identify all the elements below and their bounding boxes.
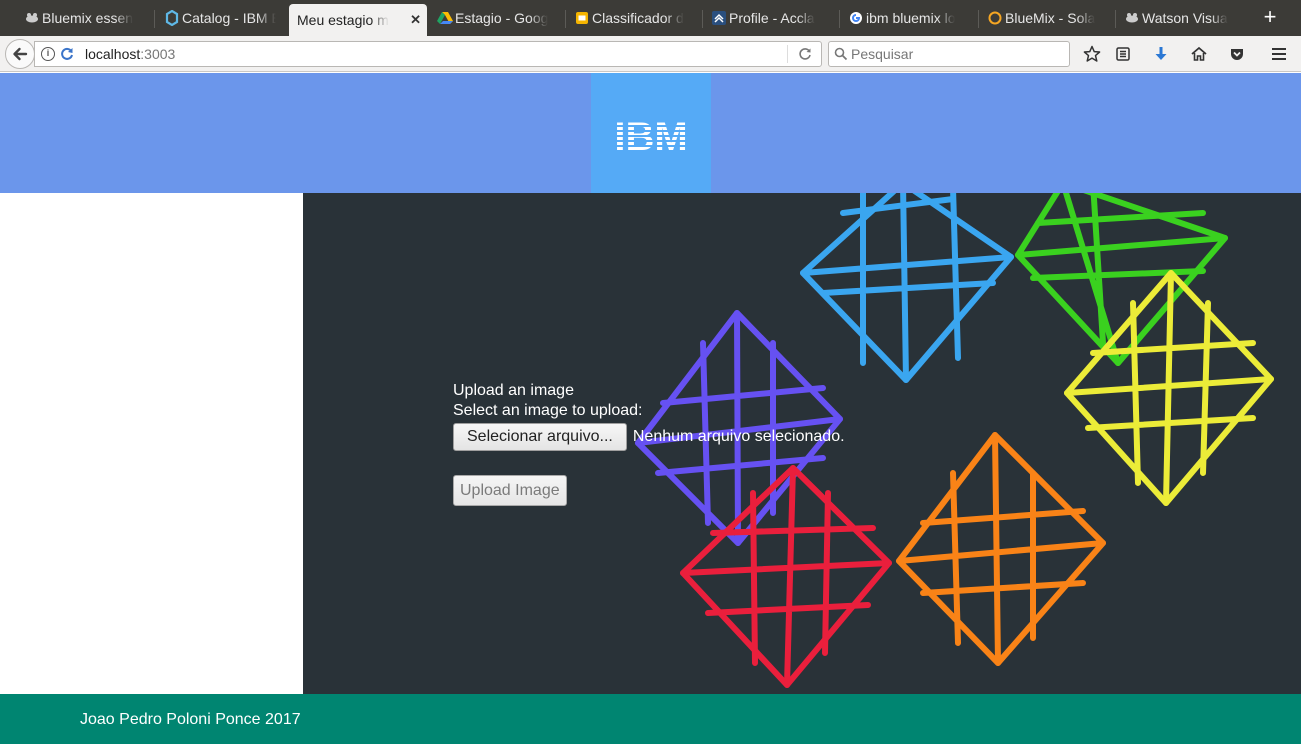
back-button[interactable] bbox=[5, 39, 35, 69]
orange-gem bbox=[896, 432, 1106, 666]
page-header: IBM bbox=[0, 73, 1301, 193]
bookmarks-list-icon[interactable] bbox=[1112, 43, 1134, 65]
tab-label: Estagio - Goog bbox=[455, 10, 549, 26]
search-input[interactable] bbox=[851, 45, 1061, 63]
file-input[interactable]: Selecionar arquivo... Nenhum arquivo sel… bbox=[453, 423, 845, 451]
ibm-logo-text: IBM bbox=[614, 115, 687, 153]
tab-bluemix-solar[interactable]: BlueMix - Sola bbox=[983, 4, 1111, 32]
tab-classificador[interactable]: Classificador d bbox=[570, 4, 698, 32]
blue-gem bbox=[800, 193, 1014, 383]
urlbar-divider bbox=[787, 45, 788, 63]
tab-separator bbox=[702, 10, 703, 28]
tab-label: BlueMix - Sola bbox=[1005, 10, 1096, 26]
tab-watson-visual[interactable]: Watson Visua bbox=[1120, 4, 1248, 32]
tab-bluemix-essentials[interactable]: Bluemix essen bbox=[20, 4, 150, 32]
upload-form: Upload an image Select an image to uploa… bbox=[453, 381, 845, 506]
google-slides-icon bbox=[574, 10, 590, 26]
acclaim-icon bbox=[711, 10, 727, 26]
browser-tab-strip: Bluemix essen Catalog - IBM B Meu estagi… bbox=[0, 0, 1301, 36]
tab-separator bbox=[154, 10, 155, 28]
ibm-logo-graphic: IBM bbox=[614, 115, 687, 153]
menu-icon[interactable] bbox=[1268, 43, 1290, 65]
tab-profile-acclaim[interactable]: Profile - Accla bbox=[707, 4, 835, 32]
bluemix-icon bbox=[24, 10, 40, 26]
footer-credit: Joao Pedro Poloni Ponce 2017 bbox=[80, 711, 301, 728]
page-content: IBM Upload an image Select an image to u… bbox=[0, 73, 1301, 744]
tab-separator bbox=[1115, 10, 1116, 28]
address-bar[interactable]: i localhost:3003 bbox=[34, 41, 822, 67]
tab-catalog-ibm[interactable]: Catalog - IBM B bbox=[160, 4, 284, 32]
tab-google-search[interactable]: ibm bluemix lo bbox=[844, 4, 974, 32]
pocket-icon[interactable] bbox=[1226, 43, 1248, 65]
left-sidebar bbox=[0, 193, 303, 694]
ibm-logo[interactable]: IBM bbox=[591, 73, 711, 193]
tab-meu-estagio[interactable]: Meu estagio mi ✕ bbox=[289, 4, 427, 36]
tab-label: Classificador d bbox=[592, 10, 684, 26]
tab-label: ibm bluemix lo bbox=[866, 10, 956, 26]
tab-label: Profile - Accla bbox=[729, 10, 815, 26]
tab-estagio-google-drive[interactable]: Estagio - Goog bbox=[433, 4, 561, 32]
upload-prompt: Select an image to upload: bbox=[453, 402, 643, 419]
search-box[interactable] bbox=[828, 41, 1070, 67]
tab-separator bbox=[978, 10, 979, 28]
url-host: localhost bbox=[85, 46, 141, 62]
url-port: :3003 bbox=[140, 46, 176, 62]
arrow-left-icon bbox=[13, 47, 28, 61]
tab-label: Watson Visua bbox=[1142, 10, 1228, 26]
home-icon[interactable] bbox=[1188, 43, 1210, 65]
reload-icon[interactable] bbox=[797, 46, 813, 62]
upload-image-button[interactable]: Upload Image bbox=[453, 475, 567, 506]
google-icon bbox=[848, 10, 864, 26]
url-text[interactable]: localhost:3003 bbox=[85, 46, 175, 62]
circle-icon bbox=[987, 10, 1003, 26]
tab-label: Meu estagio mi bbox=[297, 12, 389, 28]
site-info-icon[interactable]: i bbox=[41, 47, 55, 61]
page-footer: Joao Pedro Poloni Ponce 2017 bbox=[0, 694, 1301, 744]
catalog-icon bbox=[164, 10, 180, 26]
tab-label: Catalog - IBM B bbox=[182, 10, 276, 26]
bookmark-star-icon[interactable] bbox=[1081, 43, 1103, 65]
hero-background: Upload an image Select an image to uploa… bbox=[303, 193, 1301, 694]
tab-label: Bluemix essen bbox=[42, 10, 134, 26]
close-tab-icon[interactable]: ✕ bbox=[410, 12, 421, 28]
new-tab-button[interactable]: + bbox=[1258, 6, 1282, 30]
search-icon bbox=[834, 47, 848, 61]
browser-navigation-bar: i localhost:3003 bbox=[0, 36, 1301, 72]
file-status-text: Nenhum arquivo selecionado. bbox=[632, 428, 845, 445]
upload-title: Upload an image bbox=[453, 382, 574, 399]
green-gem bbox=[1015, 193, 1228, 366]
tab-separator bbox=[839, 10, 840, 28]
refresh-icon[interactable] bbox=[59, 46, 75, 62]
google-drive-icon bbox=[437, 10, 453, 26]
bluemix-icon bbox=[1124, 10, 1140, 26]
tab-separator bbox=[565, 10, 566, 28]
download-icon[interactable] bbox=[1150, 43, 1172, 65]
choose-file-button[interactable]: Selecionar arquivo... bbox=[453, 423, 627, 451]
yellow-gem bbox=[1064, 270, 1274, 506]
